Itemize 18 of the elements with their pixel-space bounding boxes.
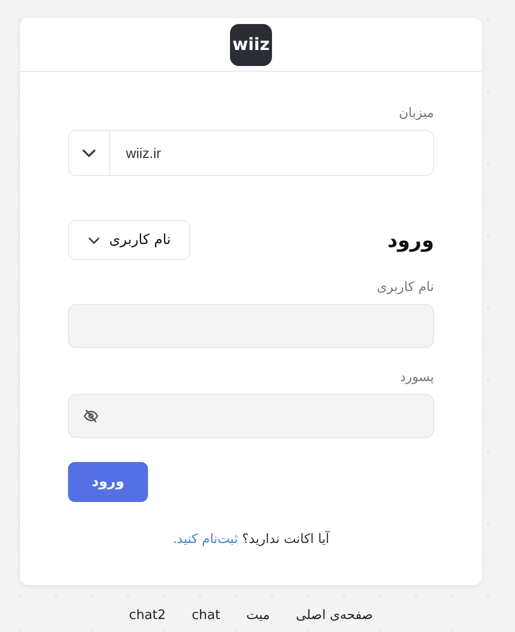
signup-prompt: آیا اکانت ندارید؟ ثبت‌نام کنید. <box>172 532 330 547</box>
field-label: نام کاربری <box>376 280 434 295</box>
login-method-select[interactable]: نام کاربری <box>68 220 190 260</box>
host-select[interactable]: wiiz.ir <box>68 130 434 176</box>
host-value: wiiz.ir <box>125 145 161 161</box>
login-title: ورود <box>387 228 434 252</box>
field-label: پسورد <box>400 370 434 385</box>
field-label: میزبان <box>398 106 434 121</box>
logo: wiiz <box>230 24 272 66</box>
eye-off-icon[interactable] <box>83 408 99 424</box>
signup-link[interactable]: ثبت‌نام کنید. <box>172 532 238 547</box>
footer-link[interactable]: chat <box>192 608 220 623</box>
username-field[interactable] <box>68 304 434 348</box>
footer-link[interactable]: صفحه‌ی اصلی <box>296 608 373 623</box>
password-field[interactable] <box>68 394 434 438</box>
footer-link[interactable]: chat2 <box>129 608 166 623</box>
login-button[interactable]: ورود <box>68 462 148 502</box>
footer-link[interactable]: میت <box>246 608 270 623</box>
